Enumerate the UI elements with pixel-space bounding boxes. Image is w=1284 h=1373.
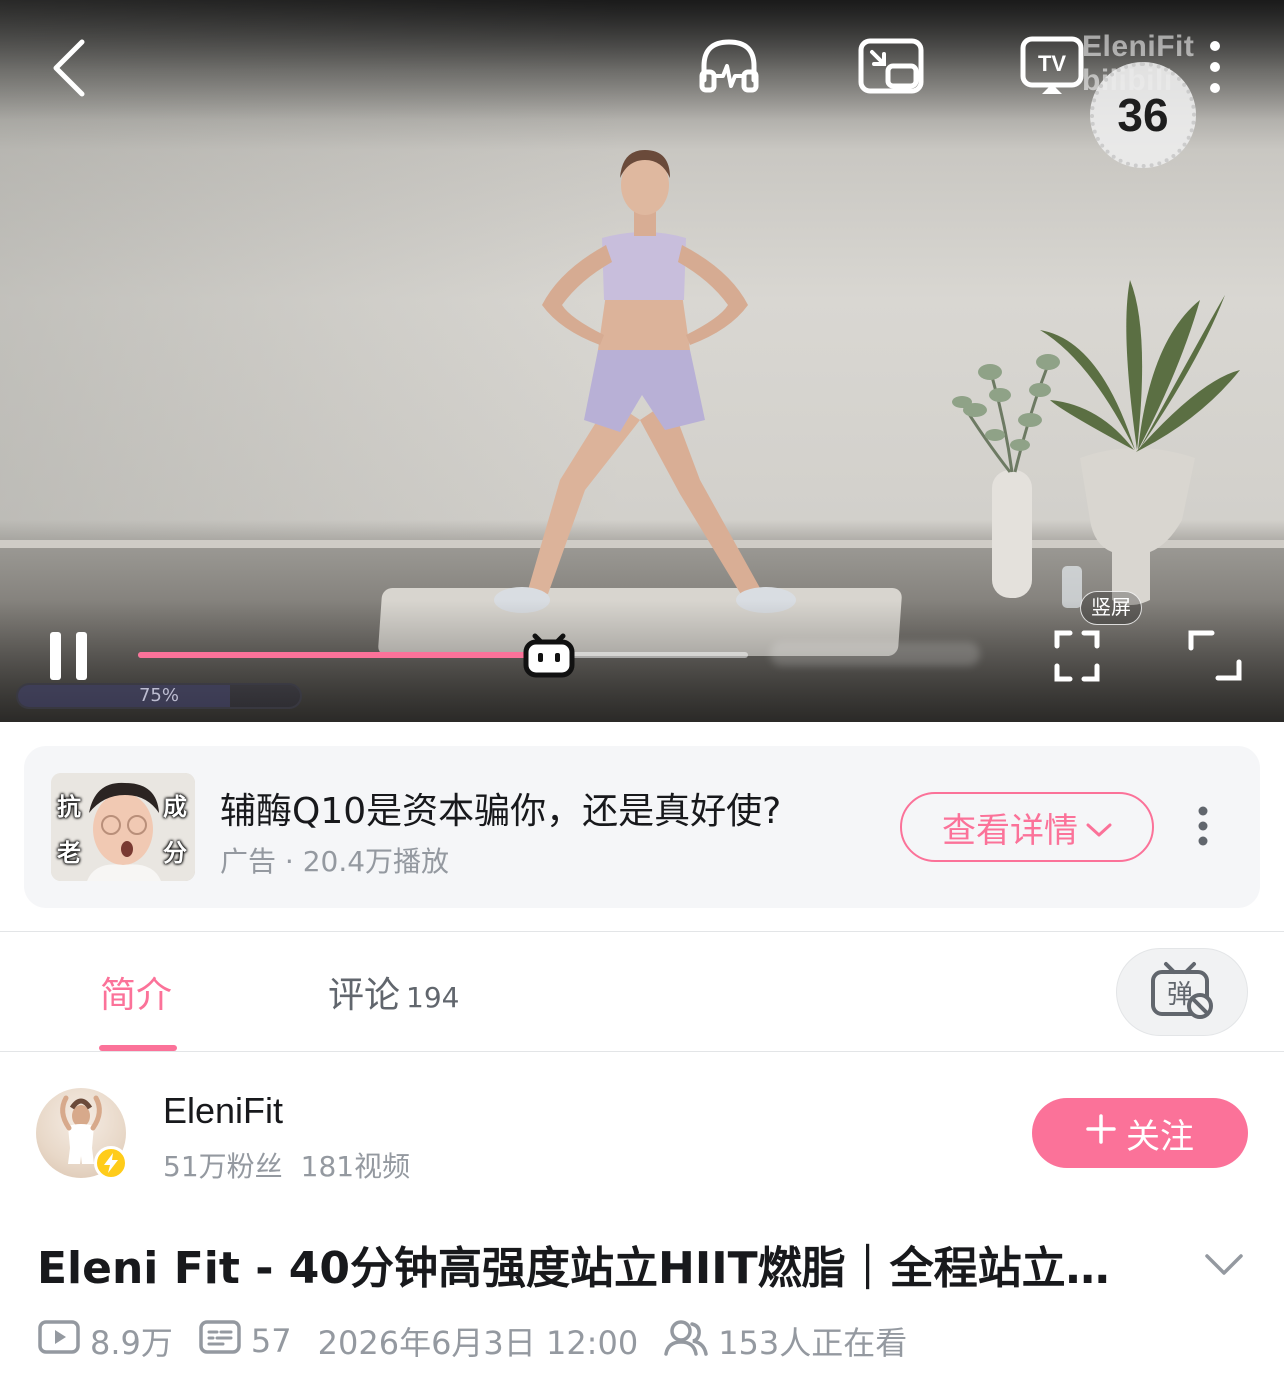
uploader-videos: 181视频 bbox=[300, 1150, 411, 1183]
viewers-icon bbox=[664, 1318, 718, 1364]
view-details-button[interactable]: 查看详情 bbox=[900, 792, 1154, 862]
tv-cast-icon[interactable]: TV bbox=[1020, 36, 1084, 96]
tab-intro[interactable]: 简介 bbox=[100, 966, 172, 1018]
divider bbox=[0, 1051, 1284, 1052]
time-readout-blurred bbox=[770, 642, 980, 666]
video-title[interactable]: Eleni Fit - 40分钟高强度站立HIIT燃脂｜全程站立… bbox=[37, 1232, 1167, 1296]
ad-thumbnail[interactable]: 抗 成 老 分 bbox=[51, 773, 195, 881]
portrait-mode-tag[interactable]: 竖屏 bbox=[1080, 591, 1142, 625]
more-vertical-icon[interactable] bbox=[1204, 40, 1226, 94]
follow-button[interactable]: 关注 bbox=[1032, 1098, 1248, 1168]
play-count-icon bbox=[38, 1320, 90, 1362]
uploader-fans: 51万粉丝 bbox=[163, 1150, 283, 1183]
video-player[interactable]: TV EleniFit bilibili 36 竖屏 75% bbox=[0, 0, 1284, 722]
progress-bar[interactable] bbox=[138, 652, 748, 658]
picture-in-picture-icon[interactable] bbox=[858, 38, 924, 94]
svg-text:TV: TV bbox=[1038, 51, 1066, 76]
chevron-down-icon bbox=[1086, 807, 1112, 847]
view-details-label: 查看详情 bbox=[942, 810, 1078, 851]
tab-comments-label: 评论 bbox=[328, 975, 401, 1016]
headphones-icon[interactable] bbox=[698, 36, 760, 94]
views-stat: 8.9万 bbox=[38, 1318, 173, 1364]
plus-icon bbox=[1086, 1113, 1116, 1153]
watching-stat: 153人正在看 bbox=[664, 1318, 907, 1364]
danmaku-count: 57 bbox=[250, 1322, 292, 1360]
tab-comments[interactable]: 评论 194 bbox=[328, 966, 459, 1018]
chevron-down-icon[interactable] bbox=[1204, 1252, 1244, 1282]
danmaku-toggle-button[interactable]: 弹 bbox=[1116, 948, 1248, 1036]
publish-time: 2026年6月3日 12:00 bbox=[317, 1324, 639, 1362]
ad-more-icon[interactable] bbox=[1196, 806, 1210, 850]
danmaku-off-icon: 弹 bbox=[1150, 960, 1214, 1024]
ad-meta: 广告 · 20.4万播放 bbox=[220, 845, 450, 878]
fullscreen-icon[interactable] bbox=[1054, 630, 1100, 682]
danmaku-stat: 57 bbox=[199, 1320, 292, 1362]
lightning-badge-icon bbox=[94, 1146, 128, 1180]
watching-count: 153人正在看 bbox=[718, 1324, 908, 1362]
back-icon[interactable] bbox=[48, 38, 92, 98]
ad-thumb-char: 老 bbox=[57, 839, 81, 867]
progress-thumb-tv-icon[interactable] bbox=[523, 628, 575, 682]
rotate-screen-icon[interactable] bbox=[1188, 630, 1242, 682]
pause-icon[interactable] bbox=[50, 632, 88, 680]
progress-bar-fill bbox=[138, 652, 547, 658]
uploader-stats: 51万粉丝 181视频 bbox=[163, 1145, 410, 1185]
danmaku-count-icon bbox=[199, 1320, 251, 1362]
ad-thumb-char: 分 bbox=[163, 839, 187, 867]
countdown-timer: 36 bbox=[1090, 62, 1196, 168]
divider bbox=[0, 931, 1284, 932]
volume-label: 75% bbox=[138, 685, 179, 706]
volume-indicator: 75% bbox=[16, 683, 302, 709]
ad-thumb-char: 成 bbox=[163, 793, 187, 821]
video-meta-row: 8.9万 57 2026年6月3日 12:00 153人正在看 bbox=[38, 1318, 907, 1364]
views-count: 8.9万 bbox=[90, 1324, 173, 1362]
ad-title[interactable]: 辅酶Q10是资本骗你，还是真好使? bbox=[220, 782, 781, 834]
ad-card[interactable]: 抗 成 老 分 辅酶Q10是资本骗你，还是真好使? 广告 · 20.4万播放 查… bbox=[24, 746, 1260, 908]
tab-comments-count: 194 bbox=[406, 981, 460, 1014]
uploader-name[interactable]: EleniFit bbox=[163, 1090, 283, 1132]
follow-label: 关注 bbox=[1126, 1116, 1194, 1157]
ad-thumb-char: 抗 bbox=[57, 793, 81, 821]
